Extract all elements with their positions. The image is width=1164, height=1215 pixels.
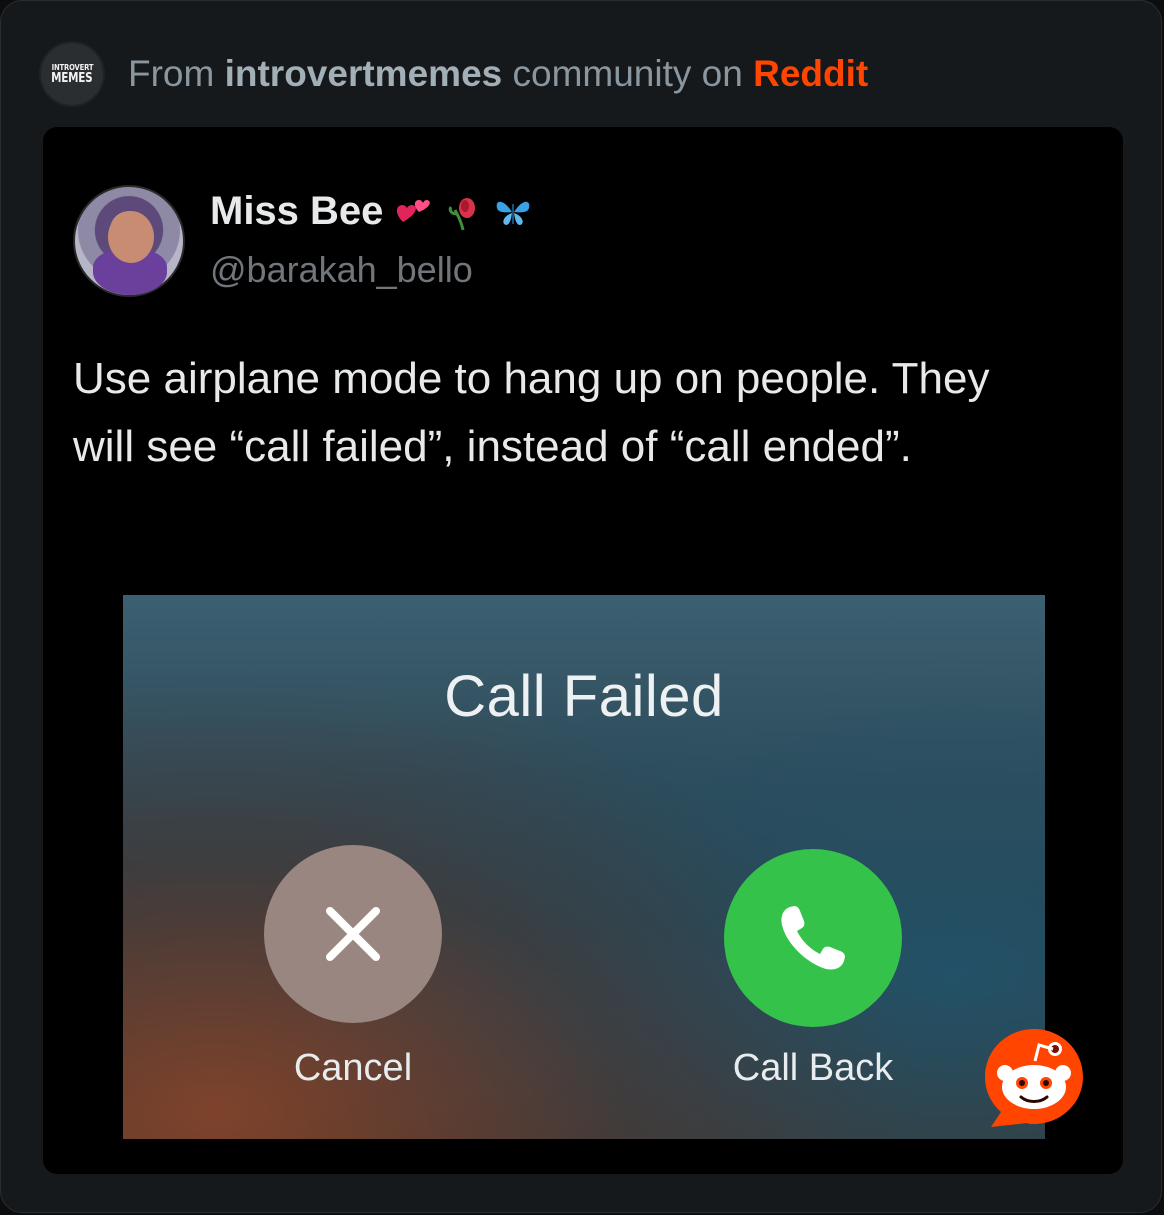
- call-back-button[interactable]: [724, 849, 902, 1027]
- user-avatar[interactable]: [73, 185, 185, 297]
- post-header: INTROVERT MEMES From introvertmemes comm…: [41, 43, 868, 105]
- user-handle[interactable]: @barakah_bello: [210, 249, 473, 291]
- cancel-label: Cancel: [293, 1047, 413, 1089]
- community-link[interactable]: introvertmemes: [225, 53, 503, 94]
- post-frame: INTROVERT MEMES From introvertmemes comm…: [0, 0, 1162, 1213]
- platform-link[interactable]: Reddit: [753, 53, 868, 94]
- community-avatar-line2: MEMES: [51, 70, 93, 86]
- meme-image-card: Miss Bee @barakah_bello Use airplane mod…: [43, 127, 1123, 1174]
- butterfly-emoji: [493, 192, 533, 232]
- source-middle: community on: [512, 53, 743, 94]
- hearts-emoji: [393, 192, 433, 232]
- display-name[interactable]: Miss Bee: [210, 189, 383, 234]
- call-back-label: Call Back: [732, 1047, 894, 1089]
- phone-icon: [781, 906, 845, 970]
- display-name-row: Miss Bee: [210, 189, 533, 234]
- call-status-title: Call Failed: [444, 664, 724, 729]
- community-avatar[interactable]: INTROVERT MEMES: [41, 43, 103, 105]
- avatar-face: [108, 211, 154, 263]
- call-failed-screenshot: Call Failed Cancel Call Back: [123, 595, 1045, 1139]
- source-prefix: From: [128, 53, 215, 94]
- cancel-button[interactable]: [264, 845, 442, 1023]
- reddit-logo-icon: [983, 1027, 1085, 1131]
- source-line: From introvertmemes community on Reddit: [128, 53, 868, 95]
- wilted-rose-emoji: [443, 192, 483, 232]
- close-icon: [326, 907, 380, 961]
- tweet-text: Use airplane mode to hang up on people. …: [73, 354, 990, 471]
